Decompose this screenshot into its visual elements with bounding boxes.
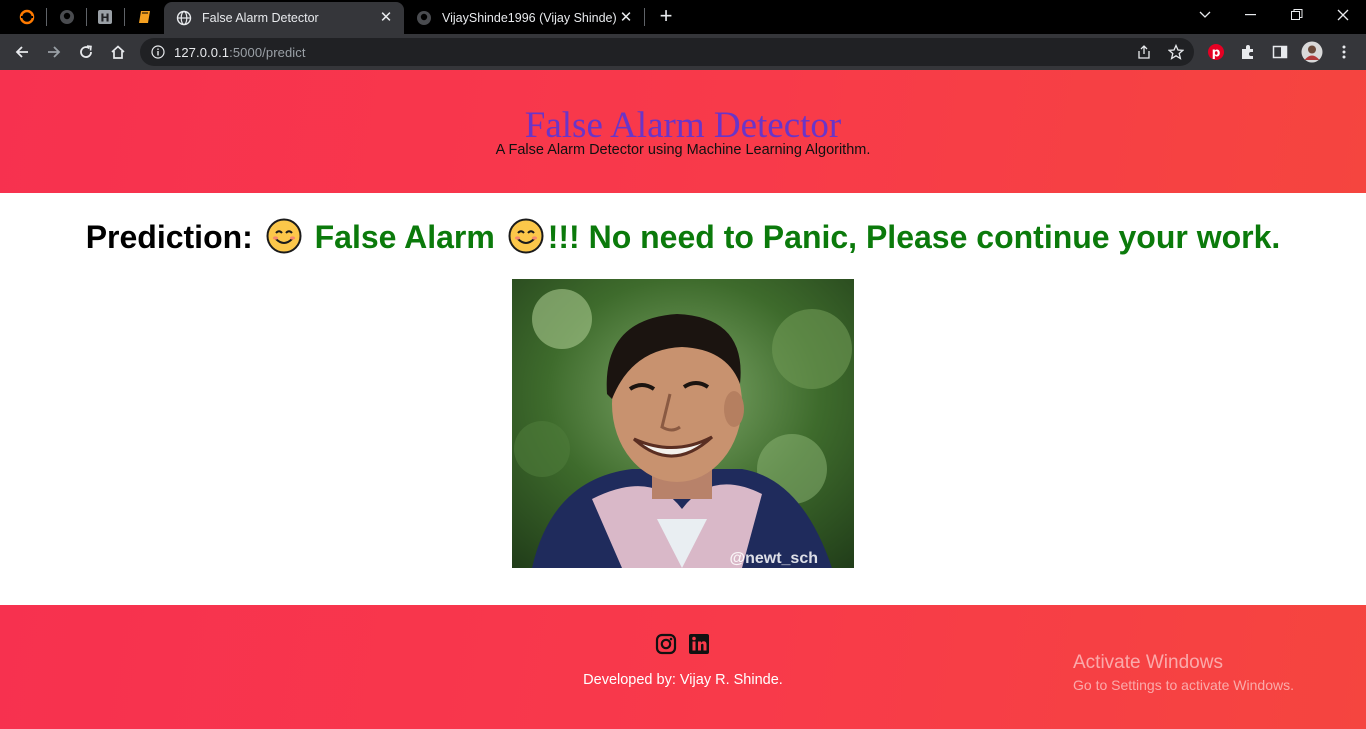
tab-separator xyxy=(86,8,87,26)
pinterest-icon: p xyxy=(1208,44,1224,60)
h-app-icon: H xyxy=(98,10,112,25)
github-icon xyxy=(417,11,431,25)
pinned-tab-h[interactable]: H xyxy=(92,4,118,30)
tab-title: VijayShinde1996 (Vijay Shinde) xyxy=(442,11,617,25)
close-tab-icon[interactable]: ✕ xyxy=(618,10,634,26)
book-icon xyxy=(139,11,150,23)
reload-button[interactable] xyxy=(72,38,100,66)
prediction-message: !!! No need to Panic, Please continue yo… xyxy=(547,219,1281,255)
close-icon xyxy=(1337,9,1349,21)
svg-text:p: p xyxy=(1212,46,1221,60)
tab-separator xyxy=(644,8,645,26)
page-footer: Developed by: Vijay R. Shinde. Activate … xyxy=(0,605,1366,729)
arrow-right-icon xyxy=(48,46,61,58)
prediction-result: Prediction: False Alarm !!! No need to P… xyxy=(0,218,1366,256)
minimize-button[interactable] xyxy=(1228,0,1274,30)
restore-icon xyxy=(1291,9,1303,20)
pinned-tab-github[interactable] xyxy=(54,4,80,30)
url-path: :5000/predict xyxy=(229,45,306,60)
info-icon[interactable] xyxy=(151,45,165,59)
reload-icon xyxy=(80,45,92,58)
result-gif-image: @newt_sch xyxy=(512,279,854,568)
close-window-button[interactable] xyxy=(1320,0,1366,30)
home-button[interactable] xyxy=(104,38,132,66)
side-panel-button[interactable] xyxy=(1266,38,1294,66)
prediction-label: Prediction: xyxy=(85,219,253,255)
address-bar[interactable]: 127.0.0.1:5000/predict xyxy=(140,38,1194,66)
linkedin-icon xyxy=(689,634,709,654)
page-subtitle: A False Alarm Detector using Machine Lea… xyxy=(495,142,871,158)
home-icon xyxy=(111,45,125,59)
tab-title: False Alarm Detector xyxy=(202,11,319,25)
extensions-button[interactable] xyxy=(1234,38,1262,66)
smiling-face-icon xyxy=(266,218,302,254)
share-icon[interactable] xyxy=(1136,44,1152,60)
forward-button[interactable] xyxy=(40,38,68,66)
instagram-link[interactable] xyxy=(655,633,677,655)
browser-toolbar: 127.0.0.1:5000/predict p xyxy=(0,34,1366,70)
windows-activation-watermark: Activate Windows Go to Settings to activ… xyxy=(1073,652,1294,693)
tab-github-profile[interactable]: VijayShinde1996 (Vijay Shinde) ✕ xyxy=(404,2,644,34)
smiling-face-icon xyxy=(508,218,544,254)
back-button[interactable] xyxy=(8,38,36,66)
avatar xyxy=(1301,41,1323,63)
menu-button[interactable] xyxy=(1330,38,1358,66)
tab-separator xyxy=(124,8,125,26)
smiling-man-illustration: @newt_sch xyxy=(512,279,854,568)
page-header: False Alarm Detector A False Alarm Detec… xyxy=(0,70,1366,193)
chevron-down-icon xyxy=(1199,11,1211,18)
new-tab-button[interactable]: + xyxy=(654,5,678,29)
kebab-menu-icon xyxy=(1342,45,1346,59)
tab-false-alarm-detector[interactable]: False Alarm Detector ✕ xyxy=(164,2,404,34)
close-tab-icon[interactable]: ✕ xyxy=(378,10,394,26)
activation-title: Activate Windows xyxy=(1073,652,1223,673)
linkedin-link[interactable] xyxy=(688,633,710,655)
pinned-tab-book[interactable] xyxy=(132,4,158,30)
image-watermark: @newt_sch xyxy=(729,550,818,567)
restore-button[interactable] xyxy=(1274,0,1320,30)
url-host: 127.0.0.1 xyxy=(174,45,230,60)
tab-search-button[interactable] xyxy=(1182,0,1228,30)
activation-hint: Go to Settings to activate Windows. xyxy=(1073,677,1294,693)
browser-tab-bar: H False Alarm Detector ✕ VijayShinde1996… xyxy=(0,0,1366,34)
ring-app-icon xyxy=(19,9,35,25)
pinterest-extension-button[interactable]: p xyxy=(1202,38,1230,66)
minimize-icon xyxy=(1245,14,1256,16)
tab-separator xyxy=(46,8,47,26)
instagram-icon xyxy=(655,633,677,655)
puzzle-icon xyxy=(1242,45,1253,59)
arrow-left-icon xyxy=(15,46,28,58)
profile-button[interactable] xyxy=(1298,38,1326,66)
side-panel-icon xyxy=(1272,45,1288,59)
page-title: False Alarm Detector xyxy=(524,105,842,146)
github-icon xyxy=(60,10,74,24)
svg-text:H: H xyxy=(100,12,109,25)
pinned-tab-orange-ring[interactable] xyxy=(14,4,40,30)
prediction-result-text: False Alarm xyxy=(314,219,495,255)
globe-icon xyxy=(176,10,192,26)
star-icon[interactable] xyxy=(1168,44,1184,60)
url-text: 127.0.0.1:5000/predict xyxy=(174,45,306,60)
